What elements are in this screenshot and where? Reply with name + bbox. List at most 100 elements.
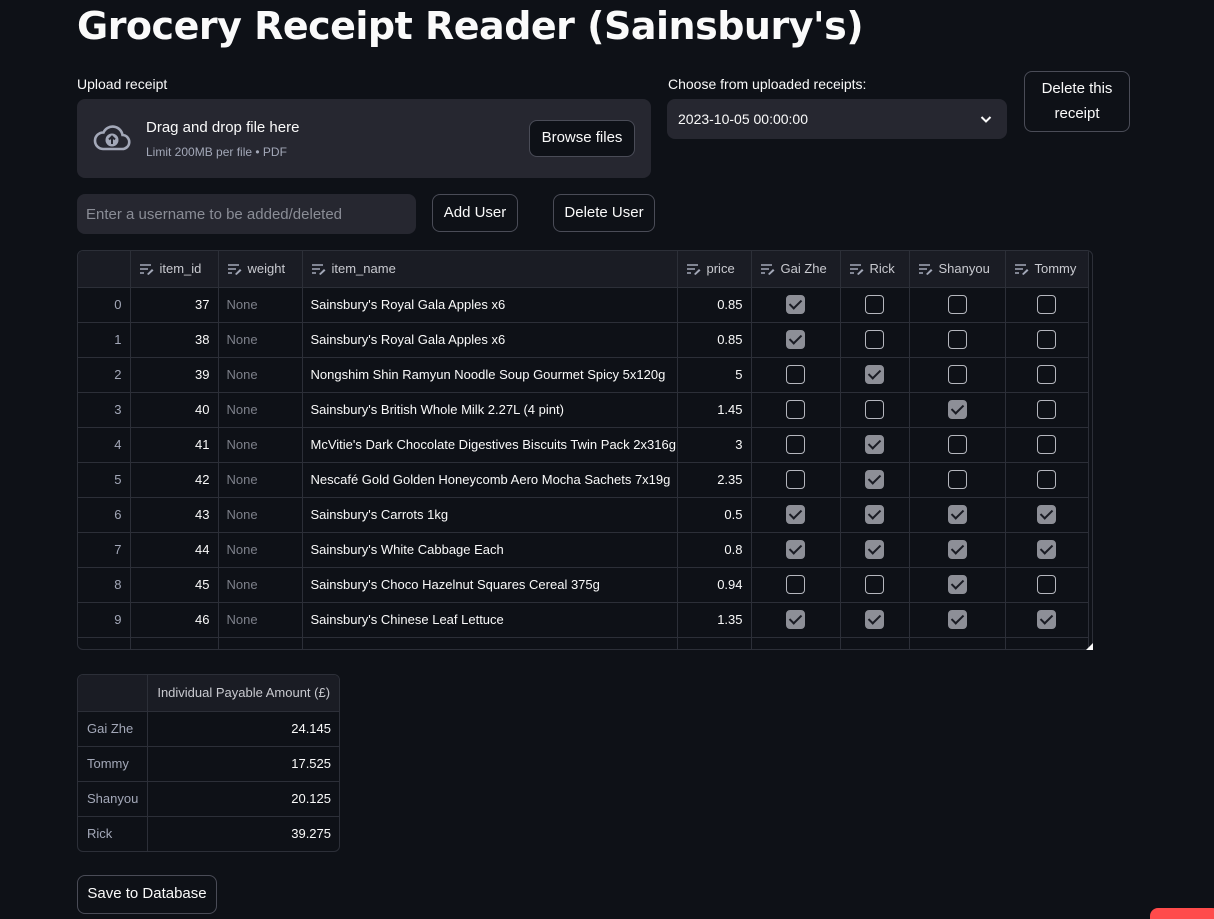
user-checkbox-cell[interactable]	[909, 462, 1006, 498]
checkbox-unchecked[interactable]	[865, 400, 884, 419]
delete-receipt-button[interactable]: Delete this receipt	[1024, 71, 1130, 132]
user-checkbox-cell[interactable]	[1005, 392, 1089, 428]
item-name-cell[interactable]: Sainsbury's White Cabbage Each	[302, 532, 678, 568]
user-checkbox-cell[interactable]	[1005, 567, 1089, 603]
user-checkbox-cell[interactable]	[840, 532, 910, 568]
checkbox-checked[interactable]	[786, 330, 805, 349]
user-checkbox-cell[interactable]	[1005, 322, 1089, 358]
price-cell[interactable]: 0.5	[677, 497, 752, 533]
user-checkbox-cell[interactable]	[1005, 602, 1089, 638]
weight-cell[interactable]: None	[218, 357, 303, 393]
username-input[interactable]	[77, 194, 416, 234]
user-checkbox-cell[interactable]	[909, 497, 1006, 533]
checkbox-unchecked[interactable]	[947, 470, 967, 489]
checkbox-checked[interactable]	[947, 575, 967, 594]
user-checkbox-cell[interactable]	[751, 357, 841, 393]
item-name-cell[interactable]: Nescafé Gold Golden Honeycomb Aero Mocha…	[302, 462, 678, 498]
checkbox-checked[interactable]	[947, 400, 967, 419]
checkbox-unchecked[interactable]	[786, 365, 805, 384]
user-checkbox-cell[interactable]	[751, 602, 841, 638]
user-checkbox-cell[interactable]	[909, 532, 1006, 568]
checkbox-checked[interactable]	[1037, 540, 1056, 559]
items-data-editor[interactable]: item_id weight item_name price Gai Zhe Rick Sh…	[77, 250, 1093, 650]
column-header[interactable]: Gai Zhe	[751, 251, 841, 288]
weight-cell[interactable]: None	[218, 532, 303, 568]
user-checkbox-cell[interactable]	[840, 392, 910, 428]
item-id-cell[interactable]: 42	[130, 462, 219, 498]
user-checkbox-cell[interactable]	[840, 497, 910, 533]
item-name-cell[interactable]: Sainsbury's Royal Gala Apples x6	[302, 322, 678, 358]
checkbox-unchecked[interactable]	[865, 575, 884, 594]
checkbox-checked[interactable]	[947, 610, 967, 629]
user-checkbox-cell[interactable]	[840, 357, 910, 393]
checkbox-checked[interactable]	[865, 435, 884, 454]
item-id-cell[interactable]: 37	[130, 287, 219, 323]
user-checkbox-cell[interactable]	[751, 427, 841, 463]
checkbox-checked[interactable]	[947, 540, 967, 559]
column-header[interactable]: Tommy	[1005, 251, 1089, 288]
user-checkbox-cell[interactable]	[751, 567, 841, 603]
resize-handle-icon[interactable]	[1086, 643, 1093, 650]
price-cell[interactable]: 0.94	[677, 567, 752, 603]
item-id-cell[interactable]: 40	[130, 392, 219, 428]
user-checkbox-cell[interactable]	[909, 287, 1006, 323]
user-checkbox-cell[interactable]	[909, 392, 1006, 428]
price-cell[interactable]: 1.45	[677, 392, 752, 428]
price-cell[interactable]: 0.85	[677, 322, 752, 358]
checkbox-checked[interactable]	[1037, 610, 1056, 629]
column-header[interactable]: item_id	[130, 251, 219, 288]
price-cell[interactable]: 0.85	[677, 287, 752, 323]
user-checkbox-cell[interactable]	[909, 567, 1006, 603]
user-checkbox-cell[interactable]	[1005, 532, 1089, 568]
user-checkbox-cell[interactable]	[1005, 357, 1089, 393]
item-id-cell[interactable]: 43	[130, 497, 219, 533]
checkbox-checked[interactable]	[786, 540, 805, 559]
checkbox-checked[interactable]	[865, 365, 884, 384]
price-cell[interactable]: 1.35	[677, 602, 752, 638]
checkbox-unchecked[interactable]	[947, 365, 967, 384]
column-header[interactable]: Rick	[840, 251, 910, 288]
checkbox-checked[interactable]	[865, 540, 884, 559]
user-checkbox-cell[interactable]	[840, 567, 910, 603]
weight-cell[interactable]: None	[218, 602, 303, 638]
user-checkbox-cell[interactable]	[1005, 497, 1089, 533]
checkbox-unchecked[interactable]	[947, 435, 967, 454]
item-name-cell[interactable]: Sainsbury's British Whole Milk 2.27L (4 …	[302, 392, 678, 428]
checkbox-checked[interactable]	[947, 505, 967, 524]
user-checkbox-cell[interactable]	[840, 287, 910, 323]
price-cell[interactable]: 2.35	[677, 462, 752, 498]
user-checkbox-cell[interactable]	[840, 322, 910, 358]
user-checkbox-cell[interactable]	[751, 322, 841, 358]
weight-cell[interactable]: None	[218, 567, 303, 603]
item-id-cell[interactable]: 39	[130, 357, 219, 393]
user-checkbox-cell[interactable]	[840, 462, 910, 498]
weight-cell[interactable]: None	[218, 392, 303, 428]
checkbox-unchecked[interactable]	[1037, 295, 1056, 314]
item-name-cell[interactable]: Nongshim Shin Ramyun Noodle Soup Gourmet…	[302, 357, 678, 393]
checkbox-unchecked[interactable]	[947, 330, 967, 349]
checkbox-unchecked[interactable]	[865, 295, 884, 314]
checkbox-checked[interactable]	[865, 470, 884, 489]
delete-user-button[interactable]: Delete User	[553, 194, 655, 232]
item-id-cell[interactable]: 44	[130, 532, 219, 568]
checkbox-unchecked[interactable]	[786, 400, 805, 419]
checkbox-unchecked[interactable]	[1037, 470, 1056, 489]
checkbox-checked[interactable]	[786, 505, 805, 524]
user-checkbox-cell[interactable]	[751, 497, 841, 533]
item-id-cell[interactable]: 45	[130, 567, 219, 603]
item-id-cell[interactable]: 38	[130, 322, 219, 358]
weight-cell[interactable]: None	[218, 287, 303, 323]
checkbox-unchecked[interactable]	[786, 470, 805, 489]
item-id-cell[interactable]: 41	[130, 427, 219, 463]
weight-cell[interactable]: None	[218, 322, 303, 358]
checkbox-checked[interactable]	[1037, 505, 1056, 524]
user-checkbox-cell[interactable]	[751, 287, 841, 323]
price-cell[interactable]: 3	[677, 427, 752, 463]
weight-cell[interactable]: None	[218, 462, 303, 498]
receipt-select[interactable]: 2023-10-05 00:00:00	[667, 99, 1007, 139]
user-checkbox-cell[interactable]	[751, 392, 841, 428]
column-header[interactable]: item_name	[302, 251, 678, 288]
checkbox-unchecked[interactable]	[947, 295, 967, 314]
checkbox-unchecked[interactable]	[865, 330, 884, 349]
browse-files-button[interactable]: Browse files	[529, 120, 635, 157]
